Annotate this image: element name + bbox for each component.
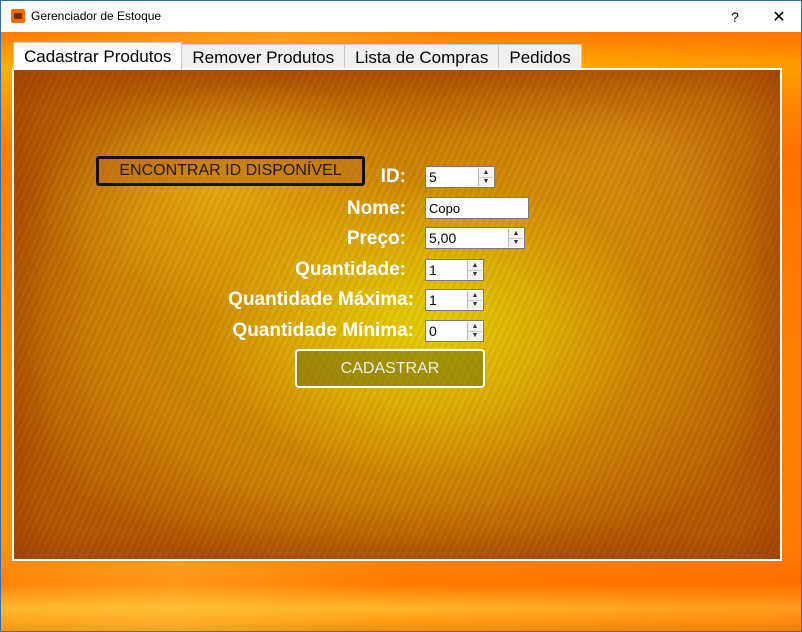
client-area: Cadastrar Produtos Remover Produtos List… (1, 32, 801, 631)
help-button[interactable]: ? (713, 1, 757, 32)
spin-up-icon[interactable]: ▲ (468, 322, 482, 332)
app-icon (11, 9, 25, 23)
quantidade-maxima-spin[interactable]: ▲ ▼ (467, 291, 482, 309)
spin-down-icon[interactable]: ▼ (468, 331, 482, 340)
nome-value: Copo (429, 200, 461, 216)
quantidade-minima-value: 0 (429, 323, 437, 339)
spin-up-icon[interactable]: ▲ (468, 261, 482, 271)
quantidade-stepper[interactable]: 1 ▲ ▼ (425, 259, 484, 281)
spin-down-icon[interactable]: ▼ (468, 300, 482, 309)
close-button[interactable]: ✕ (757, 1, 801, 32)
tab-bar: Cadastrar Produtos Remover Produtos List… (13, 42, 582, 70)
id-spin[interactable]: ▲ ▼ (478, 168, 493, 186)
id-stepper[interactable]: 5 ▲ ▼ (425, 166, 495, 188)
preco-label: Preço: (346, 228, 406, 249)
title-bar: Gerenciador de Estoque ? ✕ (1, 1, 801, 32)
quantidade-label: Quantidade: (295, 259, 406, 280)
preco-value: 5,00 (429, 230, 457, 246)
tab-cadastrar-produtos[interactable]: Cadastrar Produtos (13, 42, 183, 70)
app-window: Gerenciador de Estoque ? ✕ Cadastrar Pro… (0, 0, 802, 632)
spin-down-icon[interactable]: ▼ (509, 238, 523, 247)
tab-pedidos[interactable]: Pedidos (498, 44, 582, 70)
quantidade-maxima-label: Quantidade Máxima: (228, 289, 414, 310)
spin-up-icon[interactable]: ▲ (509, 229, 523, 239)
nome-label: Nome: (346, 198, 406, 219)
quantidade-maxima-value: 1 (429, 292, 437, 308)
quantidade-maxima-stepper[interactable]: 1 ▲ ▼ (425, 289, 484, 311)
nome-field[interactable]: Copo (425, 197, 529, 219)
quantidade-minima-stepper[interactable]: 0 ▲ ▼ (425, 320, 484, 342)
window-title: Gerenciador de Estoque (31, 9, 162, 23)
cadastrar-panel: ENCONTRAR ID DISPONÍVEL ID: 5 ▲ ▼ Nome: … (12, 68, 782, 561)
preco-stepper[interactable]: 5,00 ▲ ▼ (425, 227, 525, 249)
quantidade-spin[interactable]: ▲ ▼ (467, 261, 482, 279)
spin-down-icon[interactable]: ▼ (479, 177, 493, 186)
id-value: 5 (429, 169, 437, 185)
id-label: ID: (380, 166, 406, 187)
preco-spin[interactable]: ▲ ▼ (508, 229, 523, 247)
quantidade-minima-spin[interactable]: ▲ ▼ (467, 322, 482, 340)
quantidade-minima-label: Quantidade Mínima: (232, 320, 414, 341)
tab-remover-produtos[interactable]: Remover Produtos (181, 44, 346, 70)
spin-up-icon[interactable]: ▲ (468, 291, 482, 301)
spin-down-icon[interactable]: ▼ (468, 270, 482, 279)
tab-lista-de-compras[interactable]: Lista de Compras (344, 44, 500, 70)
cadastrar-button[interactable]: CADASTRAR (295, 349, 485, 388)
spin-up-icon[interactable]: ▲ (479, 168, 493, 178)
background-vignette (14, 70, 780, 559)
quantidade-value: 1 (429, 262, 437, 278)
